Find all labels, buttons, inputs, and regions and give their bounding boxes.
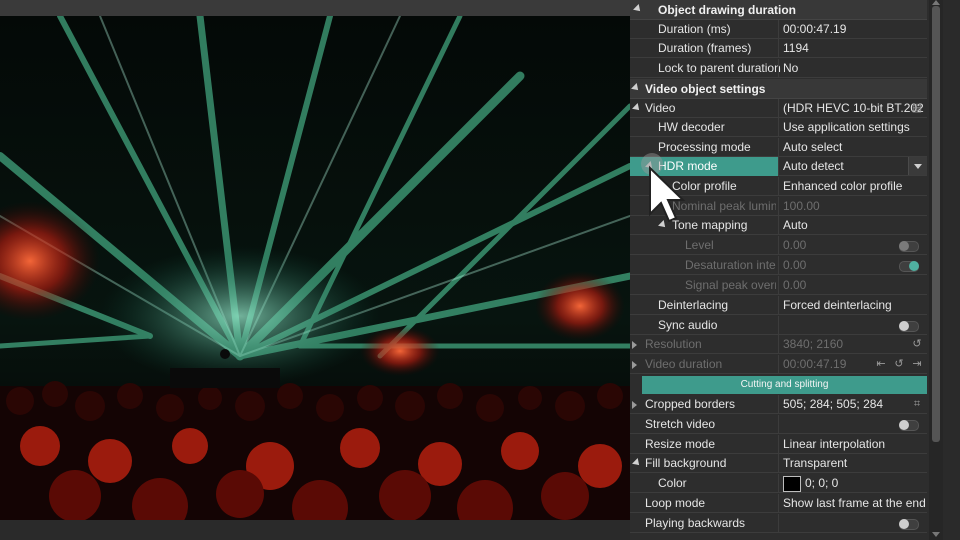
properties-panel: Object drawing duration Duration (ms) 00… (630, 0, 960, 540)
expand-icon[interactable] (658, 220, 668, 230)
sync-audio-toggle[interactable] (899, 321, 919, 332)
row-nominal-peak-luminance: Nominal peak lumina 100.00 (630, 197, 927, 216)
row-deinterlacing[interactable]: Deinterlacing Forced deinterlacing (630, 296, 927, 315)
row-hdr-mode[interactable]: HDR mode Auto detect (630, 157, 927, 176)
panel-edge (943, 0, 960, 540)
video-preview (0, 0, 630, 540)
scrollbar-thumb[interactable] (932, 6, 940, 442)
expand-icon[interactable] (631, 83, 641, 93)
row-level: Level 0.00 (630, 236, 927, 255)
properties-scrollbar[interactable] (929, 0, 943, 540)
section-video-object-settings[interactable]: Video object settings (630, 79, 927, 99)
desaturation-toggle (899, 261, 919, 272)
color-value: 0; 0; 0 (805, 476, 839, 490)
hdr-mode-dropdown-button[interactable] (908, 157, 927, 175)
row-signal-peak-override: Signal peak overri 0.00 (630, 276, 927, 295)
row-fill-background[interactable]: Fill background Transparent (630, 454, 927, 473)
scroll-up-icon[interactable] (932, 0, 940, 5)
row-resize-mode[interactable]: Resize mode Linear interpolation (630, 435, 927, 454)
row-hw-decoder[interactable]: HW decoder Use application settings (630, 118, 927, 137)
level-toggle (899, 241, 919, 252)
row-processing-mode[interactable]: Processing mode Auto select (630, 138, 927, 157)
scroll-down-icon[interactable] (932, 532, 940, 537)
row-sync-audio[interactable]: Sync audio (630, 316, 927, 335)
file-icon[interactable]: ▤ (911, 102, 923, 114)
playing-backwards-toggle[interactable] (899, 519, 919, 530)
row-color[interactable]: Color 0; 0; 0 (630, 474, 927, 493)
concert-preview-image (0, 16, 630, 520)
reset-icon[interactable]: ↺ (911, 338, 923, 350)
row-lock-to-parent-duration[interactable]: Lock to parent duration No (630, 59, 927, 78)
row-cropped-borders[interactable]: Cropped borders 505; 284; 505; 284 ⌗ (630, 395, 927, 414)
row-video[interactable]: Video (HDR HEVC 10-bit BT.202 ▤ (630, 99, 927, 118)
preview-bottom-bar (0, 520, 630, 540)
expand-icon[interactable] (632, 103, 642, 113)
row-color-profile[interactable]: Color profile Enhanced color profile (630, 177, 927, 196)
row-video-duration: Video duration 00:00:47.19 ⇤ ↺ ⇥ (630, 355, 927, 374)
trim-start-icon[interactable]: ⇤ (875, 358, 887, 370)
row-loop-mode[interactable]: Loop mode Show last frame at the end o (630, 494, 927, 513)
row-duration-frames[interactable]: Duration (frames) 1194 (630, 39, 927, 58)
stretch-video-toggle[interactable] (899, 420, 919, 431)
expand-icon[interactable] (632, 458, 642, 468)
collapse-icon[interactable] (632, 401, 637, 409)
expand-icon[interactable] (633, 4, 643, 14)
trim-end-icon[interactable]: ⇥ (911, 358, 923, 370)
row-stretch-video[interactable]: Stretch video (630, 415, 927, 434)
color-swatch[interactable] (783, 476, 801, 492)
row-desaturation-intensity: Desaturation inten 0.00 (630, 256, 927, 275)
row-playing-backwards[interactable]: Playing backwards (630, 514, 927, 533)
collapse-icon[interactable] (632, 361, 637, 369)
collapse-icon[interactable] (632, 341, 637, 349)
crop-icon[interactable]: ⌗ (911, 398, 923, 410)
cutting-and-splitting-button[interactable]: Cutting and splitting (642, 376, 927, 394)
preview-top-bar (0, 0, 630, 16)
row-duration-ms[interactable]: Duration (ms) 00:00:47.19 (630, 20, 927, 39)
row-resolution: Resolution 3840; 2160 ↺ (630, 335, 927, 354)
reset-icon[interactable]: ↺ (893, 358, 905, 370)
section-object-drawing-duration[interactable]: Object drawing duration (630, 0, 927, 20)
row-tone-mapping[interactable]: Tone mapping Auto (630, 216, 927, 235)
